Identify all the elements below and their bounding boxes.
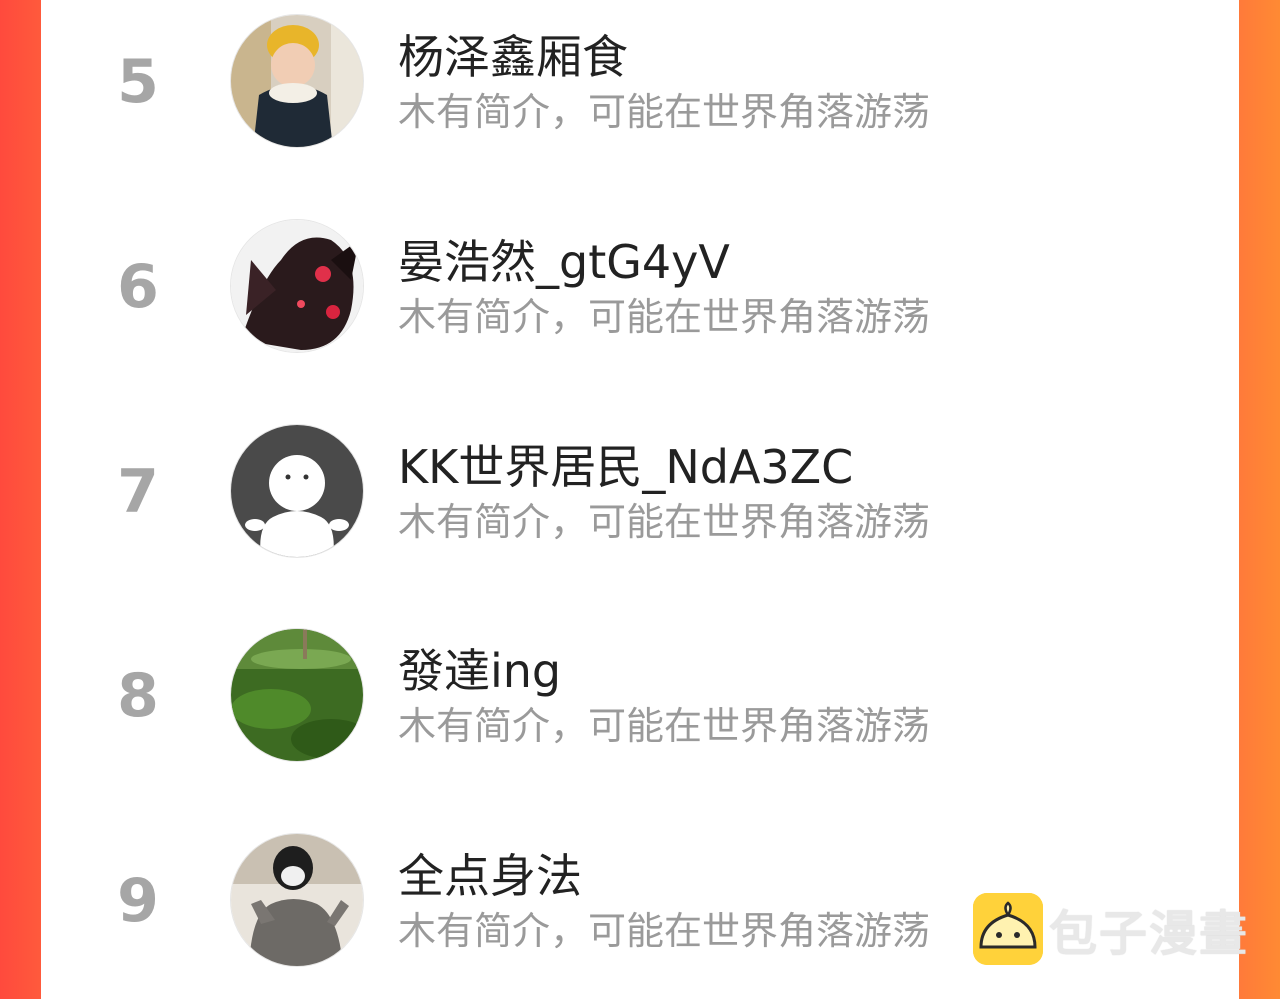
user-name[interactable]: 杨泽鑫厢食 [398,21,628,87]
user-description: 木有简介，可能在世界角落游荡 [398,90,931,134]
list-item[interactable]: 5 杨泽鑫厢食 木有简介，可能在世界角落游荡 [41,5,1239,155]
rank-number: 8 [117,661,159,731]
avatar[interactable] [230,628,364,762]
user-description: 木有简介，可能在世界角落游荡 [398,500,931,544]
rank-number: 7 [117,457,159,527]
avatar[interactable] [230,14,364,148]
avatar[interactable] [230,833,364,967]
rank-number: 6 [117,252,159,322]
user-name[interactable]: KK世界居民_NdA3ZC [398,431,853,497]
user-description: 木有简介，可能在世界角落游荡 [398,295,931,339]
user-name[interactable]: 全点身法 [398,840,582,906]
list-item[interactable]: 6 晏浩然_gtG4yV 木有简介，可能在世界角落游荡 [41,210,1239,360]
avatar[interactable] [230,219,364,353]
bun-logo-icon [973,893,1043,965]
ranking-panel: 5 杨泽鑫厢食 木有简介，可能在世界角落游荡 6 晏浩然_gtG4yV 木有简介… [41,0,1239,999]
user-name[interactable]: 晏浩然_gtG4yV [398,226,730,292]
rank-number: 9 [117,866,159,936]
ghost-icon [231,425,363,557]
user-description: 木有简介，可能在世界角落游荡 [398,909,931,953]
watermark: 包子漫畫 [973,893,1249,965]
avatar[interactable] [230,424,364,558]
watermark-text: 包子漫畫 [1049,906,1250,962]
rank-number: 5 [117,47,159,117]
list-item[interactable]: 8 發達ing 木有简介，可能在世界角落游荡 [41,619,1239,769]
list-item[interactable]: 7 KK世界居民_NdA3ZC 木有简介，可能在世界角落游荡 [41,415,1239,565]
user-description: 木有简介，可能在世界角落游荡 [398,704,931,748]
user-name[interactable]: 發達ing [398,635,561,701]
